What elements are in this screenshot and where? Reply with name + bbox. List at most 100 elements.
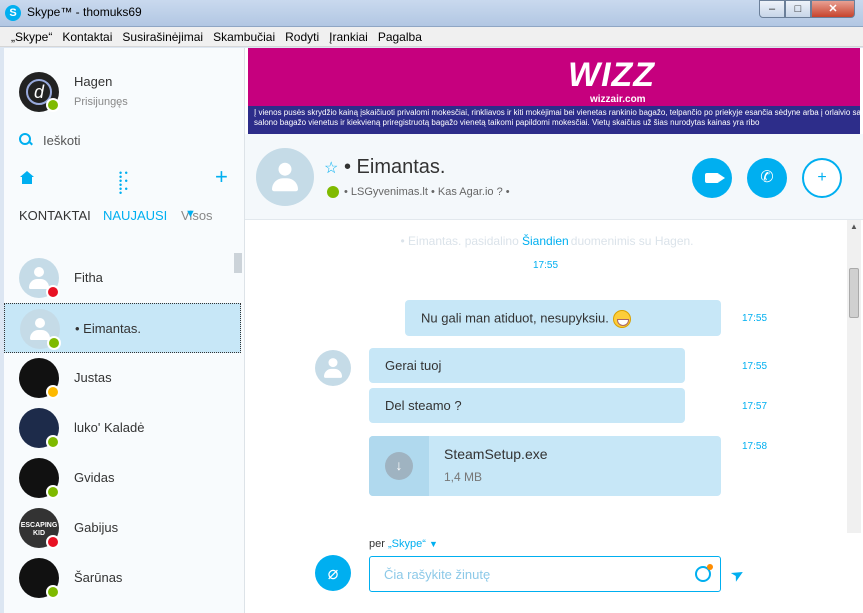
- status-online-indicator: [47, 336, 61, 350]
- maximize-button[interactable]: □: [785, 0, 811, 18]
- contact-item[interactable]: Šarūnas: [4, 553, 244, 603]
- title-bar: S Skype™ - thomuks69 – □ ✕: [0, 0, 863, 27]
- menu-help[interactable]: Pagalba: [373, 30, 427, 44]
- contact-item[interactable]: luko' Kaladė: [4, 403, 244, 453]
- window-controls: – □ ✕: [759, 0, 855, 18]
- window-title: Skype™ - thomuks69: [27, 5, 142, 19]
- status-away-indicator: [46, 385, 60, 399]
- user-status-indicator: [46, 98, 60, 112]
- sidebar: d Hagen Prisijungęs Ieškoti • • • • • • • …: [4, 48, 245, 613]
- file-size: 1,4 MB: [444, 470, 483, 484]
- status-online-indicator: [46, 585, 60, 599]
- via-service: „Skype“: [387, 538, 426, 550]
- file-icon-area: ↓: [369, 436, 429, 496]
- message-input[interactable]: [369, 556, 721, 592]
- minimize-button[interactable]: –: [759, 0, 785, 18]
- user-status-text[interactable]: Prisijungęs: [74, 96, 128, 108]
- search-box[interactable]: Ieškoti: [19, 130, 81, 150]
- chevron-down-icon: ▼: [185, 208, 196, 220]
- paperclip-icon: ⌀: [327, 563, 339, 583]
- ad-site: wizzair.com: [590, 94, 646, 105]
- message-composer: per „Skype“ ▼ ⌀ ➤: [245, 533, 863, 613]
- contact-tabs: KONTAKTAI NAUJAUSI Visos ▼: [4, 208, 244, 228]
- contact-item[interactable]: ESCAPING KID Gabijus: [4, 503, 244, 553]
- contact-item[interactable]: Justas: [4, 353, 244, 403]
- message-text: Del steamo ?: [385, 398, 462, 413]
- chevron-down-icon: ▼: [428, 539, 438, 549]
- ad-line: Į vienos pusės skrydžio kainą įskaičiuot…: [254, 108, 860, 117]
- grin-emoticon-icon: [612, 310, 631, 328]
- menu-conversations[interactable]: Susirašinėjimai: [117, 30, 208, 44]
- ad-disclaimer: Į vienos pusės skrydžio kainą įskaičiuot…: [248, 106, 860, 134]
- menu-contacts[interactable]: Kontaktai: [57, 30, 117, 44]
- user-name: Hagen: [74, 74, 113, 89]
- home-icon[interactable]: [20, 171, 34, 184]
- search-icon: [19, 133, 33, 147]
- skype-logo-icon: S: [5, 5, 21, 21]
- contact-item[interactable]: Gvidas: [4, 453, 244, 503]
- message-history: • Eimantas. pasidalino kontakto duomenim…: [245, 220, 849, 545]
- contact-name: Šarūnas: [74, 570, 123, 585]
- add-person-icon: +: [817, 169, 827, 186]
- chat-scrollbar[interactable]: ▲ ▼: [847, 220, 861, 548]
- conversation-avatar[interactable]: [256, 148, 314, 206]
- add-icon[interactable]: +: [215, 166, 228, 188]
- video-call-button[interactable]: [692, 158, 732, 198]
- status-online-indicator: [46, 485, 60, 499]
- message-text: Gerai tuoj: [385, 358, 442, 373]
- close-button[interactable]: ✕: [811, 0, 855, 18]
- incoming-message[interactable]: Del steamo ?: [369, 388, 685, 423]
- video-camera-icon: [705, 172, 719, 183]
- system-message: • Eimantas. pasidalino kontakto duomenim…: [245, 234, 849, 248]
- conversation-header: ☆ • Eimantas. • LSGyvenimas.lt • Kas Aga…: [245, 134, 863, 220]
- message-time: 17:57: [742, 401, 768, 412]
- message-time: 17:55: [533, 260, 559, 271]
- conversation-name: • Eimantas.: [344, 156, 446, 178]
- menu-bar: „Skype“ Kontaktai Susirašinėjimai Skambu…: [0, 27, 863, 47]
- status-busy-indicator: [46, 285, 60, 299]
- status-online-indicator: [46, 435, 60, 449]
- voice-call-button[interactable]: ✆: [747, 158, 787, 198]
- person-icon: [315, 350, 351, 386]
- outgoing-message[interactable]: Nu gali man atiduot, nesupyksiu.: [405, 300, 721, 336]
- contact-list-scrollbar[interactable]: [234, 253, 242, 273]
- menu-view[interactable]: Rodyti: [280, 30, 324, 44]
- file-transfer[interactable]: ↓ SteamSetup.exe 1,4 MB: [369, 436, 721, 496]
- search-label: Ieškoti: [43, 132, 81, 148]
- message-time: 17:55: [742, 313, 768, 324]
- tab-contacts[interactable]: KONTAKTAI: [19, 208, 91, 223]
- menu-tools[interactable]: Įrankiai: [324, 30, 373, 44]
- emoticon-icon[interactable]: [695, 564, 713, 582]
- message-text: Nu gali man atiduot, nesupyksiu.: [421, 310, 609, 326]
- file-name: SteamSetup.exe: [444, 446, 548, 462]
- contact-name: Fitha: [74, 270, 103, 285]
- send-via[interactable]: per „Skype“ ▼: [369, 538, 438, 550]
- sender-avatar[interactable]: [315, 350, 351, 386]
- contact-name: Justas: [74, 370, 112, 385]
- day-separator: Šiandien: [520, 234, 571, 248]
- attach-button[interactable]: ⌀: [315, 555, 351, 591]
- menu-calls[interactable]: Skambučiai: [208, 30, 280, 44]
- download-icon[interactable]: ↓: [385, 452, 413, 480]
- send-icon[interactable]: ➤: [727, 563, 749, 587]
- tab-recent[interactable]: NAUJAUSI: [103, 208, 167, 223]
- contact-list: Fitha • Eimantas. Justas luko' Kaladė Gv…: [4, 253, 244, 603]
- via-label: per: [369, 538, 385, 550]
- scroll-up-icon[interactable]: ▲: [850, 222, 858, 231]
- incoming-message[interactable]: Gerai tuoj: [369, 348, 685, 383]
- contact-name: luko' Kaladė: [74, 420, 145, 435]
- scroll-thumb[interactable]: [849, 268, 859, 318]
- ad-line: salono bagažo vienetus ir kiekvieną prir…: [254, 118, 760, 127]
- conversation-mood: • LSGyvenimas.lt • Kas Agar.io ? •: [344, 186, 510, 198]
- status-online-indicator: [327, 186, 339, 198]
- star-icon[interactable]: ☆: [324, 158, 338, 178]
- sidebar-toolbar: • • • • • • • • • +: [4, 166, 244, 198]
- contact-item[interactable]: • Eimantas.: [4, 303, 241, 353]
- dialpad-icon[interactable]: • • • • • • • • •: [119, 169, 131, 198]
- add-people-button[interactable]: +: [802, 158, 842, 198]
- message-time: 17:55: [742, 361, 768, 372]
- ad-banner[interactable]: WIZZ wizzair.com Į vienos pusės skrydžio…: [248, 48, 860, 134]
- contact-name: • Eimantas.: [75, 321, 141, 336]
- menu-skype[interactable]: „Skype“: [6, 30, 57, 44]
- contact-item[interactable]: Fitha: [4, 253, 244, 303]
